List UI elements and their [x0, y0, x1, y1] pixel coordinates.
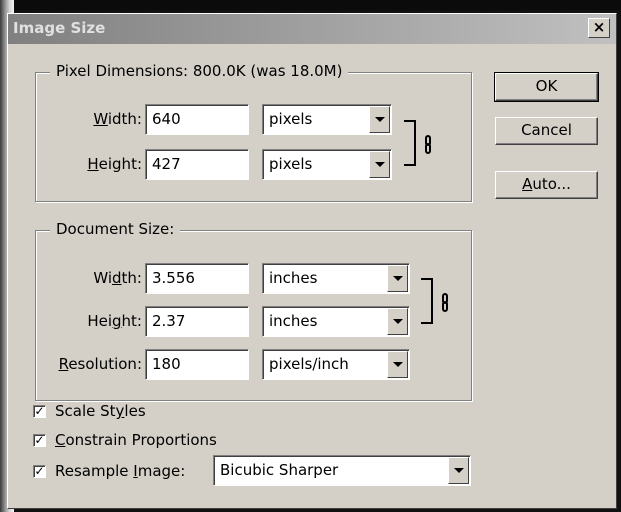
background-photo-edge	[0, 0, 621, 10]
scale-styles-checkbox[interactable]: ✓	[33, 405, 46, 418]
doc-height-unit-value: inches	[269, 312, 318, 330]
resolution-label: Resolution:	[58, 355, 142, 373]
doc-width-label: Width:	[93, 269, 142, 287]
pixel-height-input[interactable]: 427	[145, 149, 249, 180]
pixel-height-unit-select[interactable]: pixels	[262, 149, 392, 180]
pixel-dimensions-legend: Pixel Dimensions: 800.0K (was 18.0M)	[50, 62, 349, 80]
doc-height-unit-select[interactable]: inches	[262, 306, 410, 337]
triangle-down-icon[interactable]	[448, 457, 469, 484]
pixel-width-label: Width:	[93, 110, 142, 128]
doc-height-label: Height:	[87, 312, 142, 330]
doc-width-unit-select[interactable]: inches	[262, 263, 410, 294]
chain-link-icon	[425, 143, 431, 154]
title-bar[interactable]: Image Size ×	[8, 14, 616, 44]
triangle-down-icon[interactable]	[369, 151, 390, 178]
pixel-width-unit-value: pixels	[269, 110, 313, 128]
triangle-down-icon[interactable]	[387, 265, 408, 292]
ok-button[interactable]: OK	[494, 72, 599, 102]
resolution-input[interactable]: 180	[145, 349, 249, 380]
pixel-constrain-bracket	[404, 120, 416, 166]
auto-button[interactable]: Auto...	[495, 171, 598, 199]
triangle-down-icon[interactable]	[387, 308, 408, 335]
close-button[interactable]: ×	[588, 18, 610, 38]
dialog-title: Image Size	[13, 19, 106, 37]
constrain-proportions-label[interactable]: Constrain Proportions	[55, 431, 217, 449]
constrain-proportions-checkbox[interactable]: ✓	[33, 434, 46, 447]
doc-width-unit-value: inches	[269, 269, 318, 287]
triangle-down-icon[interactable]	[369, 106, 390, 133]
resolution-unit-value: pixels/inch	[269, 355, 349, 373]
image-size-dialog: Image Size × Pixel Dimensions: 800.0K (w…	[7, 13, 617, 509]
resample-image-label[interactable]: Resample Image:	[55, 462, 185, 480]
doc-height-input[interactable]: 2.37	[145, 306, 249, 337]
document-size-legend: Document Size:	[50, 220, 181, 238]
doc-constrain-bracket	[421, 278, 433, 324]
cancel-button[interactable]: Cancel	[495, 117, 598, 145]
pixel-height-label: Height:	[87, 155, 142, 173]
resolution-unit-select[interactable]: pixels/inch	[262, 349, 410, 380]
resample-image-checkbox[interactable]: ✓	[33, 465, 46, 478]
pixel-height-unit-value: pixels	[269, 155, 313, 173]
chain-link-icon	[442, 301, 448, 312]
triangle-down-icon[interactable]	[387, 351, 408, 378]
pixel-width-unit-select[interactable]: pixels	[262, 104, 392, 135]
doc-width-input[interactable]: 3.556	[145, 263, 249, 294]
pixel-width-input[interactable]: 640	[145, 104, 249, 135]
resample-method-value: Bicubic Sharper	[220, 461, 339, 479]
scale-styles-label[interactable]: Scale Styles	[55, 402, 146, 420]
resample-method-select[interactable]: Bicubic Sharper	[213, 455, 471, 486]
